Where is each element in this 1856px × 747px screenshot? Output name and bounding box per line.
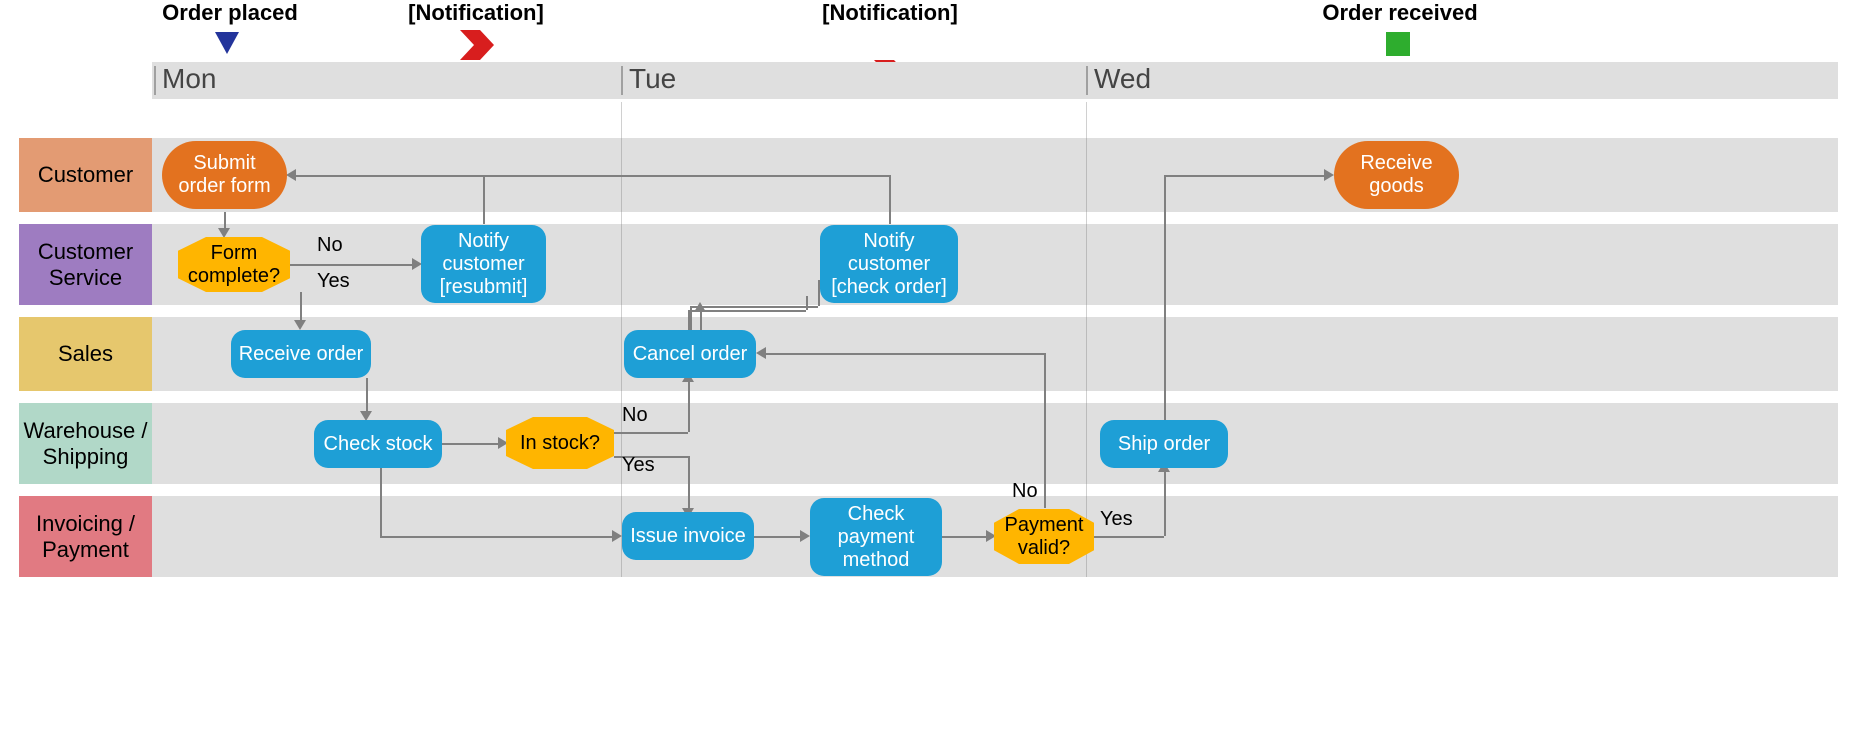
- lane-head-warehouse: Warehouse / Shipping: [19, 403, 152, 484]
- arrow-head-icon: [612, 530, 622, 542]
- edge-label-no: No: [622, 404, 648, 427]
- edge: [483, 175, 485, 224]
- node-label: Payment valid?: [1005, 514, 1084, 560]
- node-notify-resubmit: Notify customer [resubmit]: [421, 225, 546, 303]
- edge: [688, 456, 690, 510]
- edge-label-yes: Yes: [317, 270, 350, 293]
- node-label: Issue invoice: [630, 525, 746, 548]
- edge-label-no: No: [317, 234, 343, 257]
- node-ship-order: Ship order: [1100, 420, 1228, 468]
- guide-line: [621, 102, 622, 577]
- node-form-complete: Form complete?: [178, 237, 290, 292]
- edge: [889, 175, 891, 224]
- lane-head-sales: Sales: [19, 317, 152, 391]
- marker-triangle-icon: [215, 32, 239, 54]
- node-label: In stock?: [520, 432, 600, 455]
- lane-label: Invoicing / Payment: [36, 511, 135, 562]
- edge: [1164, 175, 1326, 177]
- lane-label: Warehouse / Shipping: [24, 418, 148, 469]
- edge: [380, 536, 614, 538]
- lane-head-payment: Invoicing / Payment: [19, 496, 152, 577]
- time-tick-tue: [621, 66, 623, 95]
- edge: [754, 536, 802, 538]
- edge: [700, 310, 702, 332]
- arrow-head-icon: [218, 228, 230, 238]
- node-label: Check payment method: [838, 503, 915, 572]
- node-in-stock: In stock?: [506, 417, 614, 469]
- edge: [688, 380, 690, 432]
- event-label-notification1: [Notification]: [396, 0, 556, 26]
- node-label: Receive order: [239, 343, 364, 366]
- arrow-head-icon: [286, 169, 296, 181]
- node-receive-order: Receive order: [231, 330, 371, 378]
- edge: [818, 280, 820, 306]
- node-label: Submit order form: [178, 152, 270, 198]
- arrow-head-icon: [294, 320, 306, 330]
- edge: [690, 306, 818, 308]
- node-label: Form complete?: [188, 242, 280, 288]
- edge: [366, 378, 368, 413]
- edge: [1044, 353, 1046, 508]
- lane-head-service: Customer Service: [19, 224, 152, 305]
- lane-label: Customer Service: [38, 239, 133, 290]
- lane-head-customer: Customer: [19, 138, 152, 212]
- edge: [288, 264, 414, 266]
- node-label: Check stock: [324, 433, 433, 456]
- edge: [380, 466, 382, 536]
- node-label: Receive goods: [1360, 152, 1432, 198]
- timeline-label-mon: Mon: [162, 63, 216, 95]
- edge: [1164, 175, 1166, 421]
- node-receive-goods: Receive goods: [1334, 141, 1459, 209]
- arrow-head-icon: [756, 347, 766, 359]
- edge: [1094, 536, 1164, 538]
- lane-label: Sales: [58, 341, 113, 366]
- edge: [296, 175, 890, 177]
- swimlane-diagram: Order placed [Notification] [Notificatio…: [0, 0, 1856, 747]
- node-notify-check-order: Notify customer [check order]: [820, 225, 958, 303]
- timeline-label-tue: Tue: [629, 63, 676, 95]
- edge: [690, 306, 692, 330]
- node-label: Notify customer [resubmit]: [440, 230, 528, 299]
- node-label: Cancel order: [633, 343, 748, 366]
- node-payment-valid: Payment valid?: [994, 509, 1094, 564]
- marker-chevron-icon: [460, 30, 494, 60]
- edge: [1164, 470, 1166, 536]
- edge: [614, 432, 688, 434]
- edge-label-no: No: [1012, 480, 1038, 503]
- lane-label: Customer: [38, 162, 133, 187]
- edge: [442, 443, 500, 445]
- event-label-order-received: Order received: [1320, 0, 1480, 26]
- edge: [942, 536, 988, 538]
- node-check-payment: Check payment method: [810, 498, 942, 576]
- edge: [766, 353, 1044, 355]
- time-tick-wed: [1086, 66, 1088, 95]
- node-issue-invoice: Issue invoice: [622, 512, 754, 560]
- timeline-strip: [152, 62, 1838, 99]
- arrow-head-icon: [1324, 169, 1334, 181]
- event-label-order-placed: Order placed: [160, 0, 300, 26]
- marker-square-icon: [1386, 32, 1410, 56]
- edge-label-yes: Yes: [622, 454, 655, 477]
- node-cancel-order: Cancel order: [624, 330, 756, 378]
- time-tick-mon: [154, 66, 156, 95]
- node-label: Notify customer [check order]: [831, 230, 947, 299]
- edge: [300, 292, 302, 322]
- event-label-notification2: [Notification]: [810, 0, 970, 26]
- node-label: Ship order: [1118, 433, 1210, 456]
- node-submit-order: Submit order form: [162, 141, 287, 209]
- timeline-label-wed: Wed: [1094, 63, 1151, 95]
- edge-label-yes: Yes: [1100, 508, 1133, 531]
- guide-line: [1086, 102, 1087, 577]
- arrow-head-icon: [800, 530, 810, 542]
- node-check-stock: Check stock: [314, 420, 442, 468]
